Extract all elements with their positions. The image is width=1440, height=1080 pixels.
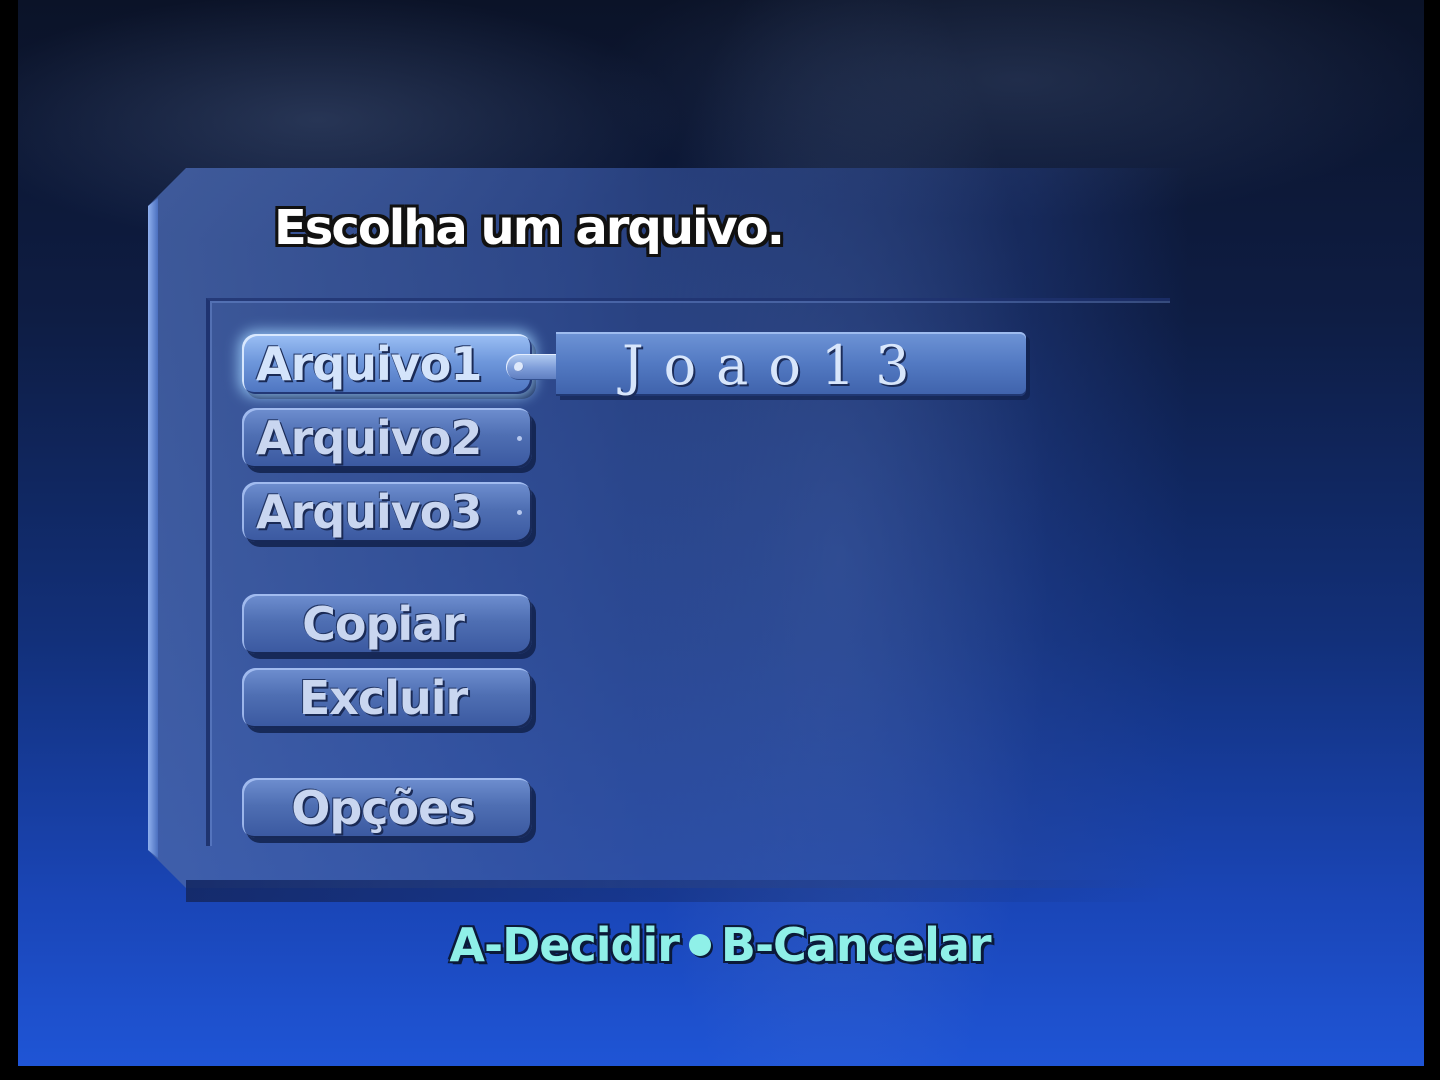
file-slot-1-label: Arquivo1: [256, 337, 482, 391]
copy-button[interactable]: Copiar: [242, 594, 532, 654]
options-button-label: Opções: [291, 781, 475, 835]
file-slot-2-button[interactable]: Arquivo2: [242, 408, 532, 468]
file-slot-1-name-bar[interactable]: Joao13: [556, 332, 1026, 397]
delete-button[interactable]: Excluir: [242, 668, 532, 728]
dialog-title: Escolha um arquivo.: [274, 200, 785, 256]
file-slot-1-button[interactable]: Arquivo1: [242, 334, 532, 394]
panel-shadow: [186, 880, 1166, 902]
options-button[interactable]: Opções: [242, 778, 532, 838]
empty-slot-marker: [517, 510, 522, 515]
panel-edge: [148, 168, 158, 888]
controls-hint: A-Decidir B-Cancelar: [0, 918, 1440, 972]
file-slot-3-label: Arquivo3: [256, 485, 482, 539]
file-slot-2-label: Arquivo2: [256, 411, 482, 465]
cancel-hint: B-Cancelar: [720, 918, 992, 972]
file-slot-1-player-name: Joao13: [622, 334, 930, 397]
delete-button-label: Excluir: [298, 671, 468, 725]
copy-button-label: Copiar: [302, 597, 465, 651]
bullet-separator-icon: [688, 933, 711, 956]
empty-slot-marker: [517, 436, 522, 441]
confirm-hint: A-Decidir: [449, 918, 679, 972]
file-slot-3-button[interactable]: Arquivo3: [242, 482, 532, 542]
